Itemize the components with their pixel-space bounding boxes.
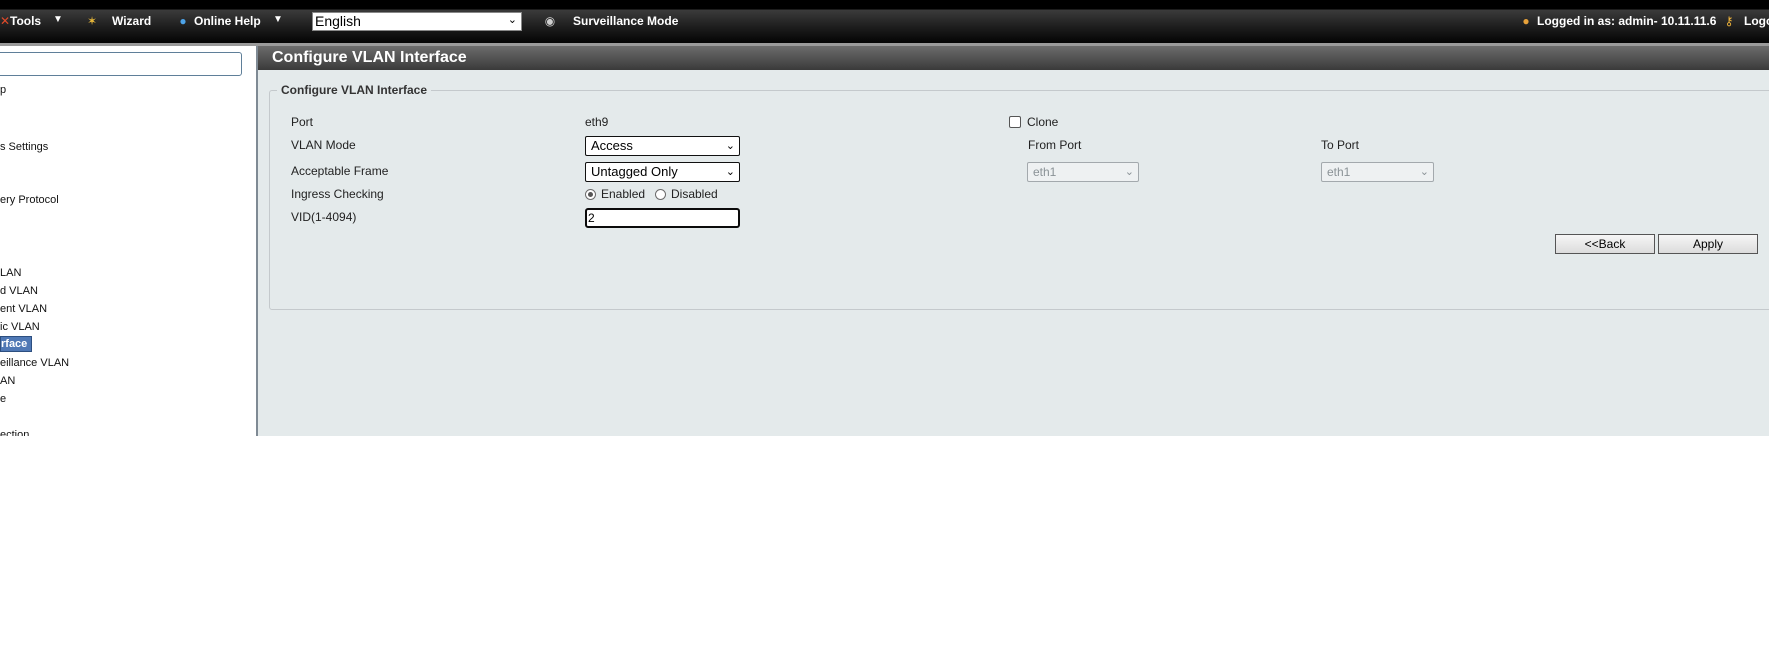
acceptable-frame-label: Acceptable Frame xyxy=(291,164,389,178)
language-select[interactable]: English ⌄ xyxy=(312,12,522,31)
tree-item[interactable]: LAN xyxy=(0,267,21,279)
acceptable-frame-value: Untagged Only xyxy=(591,164,678,179)
help-caret-icon[interactable]: ▼ xyxy=(273,14,283,25)
logged-in-status: ● Logged in as: admin- 10.11.11.6 xyxy=(1519,14,1716,28)
tools-label: Tools xyxy=(10,14,42,28)
fieldset-legend: Configure VLAN Interface xyxy=(277,83,432,97)
tools-menu[interactable]: ✕ Tools xyxy=(0,14,41,28)
chevron-down-icon: ⌄ xyxy=(1419,166,1429,178)
ingress-checking-label: Ingress Checking xyxy=(291,187,384,201)
port-label: Port xyxy=(291,115,314,129)
from-port-select[interactable]: eth1 ⌄ xyxy=(1027,162,1139,182)
chevron-down-icon: ⌄ xyxy=(1124,166,1134,178)
tree-search-input[interactable] xyxy=(0,52,242,76)
vid-label: VID(1-4094) xyxy=(291,210,357,224)
ingress-enabled-label: Enabled xyxy=(601,187,646,201)
vid-input[interactable]: 2 xyxy=(585,208,740,228)
key-icon: ⚷ xyxy=(1724,14,1734,28)
clone-checkbox[interactable] xyxy=(1009,116,1021,128)
tree-item[interactable]: ery Protocol xyxy=(0,194,59,206)
acceptable-frame-select[interactable]: Untagged Only ⌄ xyxy=(585,162,740,182)
tree-item[interactable]: ent VLAN xyxy=(0,303,47,315)
logout-label: Logo xyxy=(1744,14,1769,28)
tree-item[interactable]: eillance VLAN xyxy=(0,357,69,369)
vlan-mode-label: VLAN Mode xyxy=(291,138,356,152)
navigation-tree: p s Settings ery Protocol LAN d VLAN ent… xyxy=(0,46,258,436)
tools-caret-icon[interactable]: ▼ xyxy=(53,14,63,25)
tree-item[interactable]: ection xyxy=(0,429,29,436)
wizard-button[interactable]: ✶ Wizard xyxy=(82,14,151,28)
wizard-icon: ✶ xyxy=(86,14,98,28)
vlan-mode-value: Access xyxy=(591,138,633,153)
tree-item[interactable]: s Settings xyxy=(0,141,48,153)
port-value: eth9 xyxy=(585,115,609,129)
tree-item[interactable]: p xyxy=(0,84,6,96)
surveillance-label: Surveillance Mode xyxy=(573,14,679,28)
user-icon: ● xyxy=(1522,14,1530,28)
chevron-down-icon: ⌄ xyxy=(725,140,735,152)
top-toolbar: ✕ Tools ▼ ✶ Wizard ● Online Help ▼ Engli… xyxy=(0,0,1769,43)
ingress-enabled-radio[interactable] xyxy=(585,189,596,200)
apply-button[interactable]: Apply xyxy=(1658,234,1758,254)
from-port-label: From Port xyxy=(1028,138,1082,152)
from-port-value: eth1 xyxy=(1033,165,1057,179)
tree-item[interactable]: d VLAN xyxy=(0,285,38,297)
clone-label: Clone xyxy=(1027,115,1059,129)
wizard-label: Wizard xyxy=(112,14,152,28)
language-selected: English xyxy=(315,13,361,29)
tree-item-selected[interactable]: rface xyxy=(0,336,33,352)
surveillance-camera-icon: ◉ xyxy=(544,14,556,28)
tree-item[interactable]: AN xyxy=(0,375,15,387)
main-panel: Configure VLAN Interface Configure VLAN … xyxy=(258,46,1769,436)
to-port-select[interactable]: eth1 ⌄ xyxy=(1321,162,1434,182)
online-help-menu[interactable]: ● Online Help xyxy=(176,14,261,28)
vlan-mode-select[interactable]: Access ⌄ xyxy=(585,136,740,156)
to-port-value: eth1 xyxy=(1327,165,1351,179)
chevron-down-icon: ⌄ xyxy=(725,166,735,178)
ingress-disabled-radio[interactable] xyxy=(655,189,666,200)
tools-icon: ✕ xyxy=(0,14,11,28)
ingress-disabled-label: Disabled xyxy=(671,187,718,201)
tree-item[interactable]: e xyxy=(0,393,6,405)
to-port-label: To Port xyxy=(1321,138,1360,152)
page-title: Configure VLAN Interface xyxy=(258,46,1769,70)
surveillance-mode-button[interactable]: ◉ Surveillance Mode xyxy=(543,14,679,28)
back-button[interactable]: <<Back xyxy=(1555,234,1655,254)
help-globe-icon: ● xyxy=(179,14,187,28)
online-help-label: Online Help xyxy=(194,14,261,28)
language-chevron-icon: ⌄ xyxy=(507,14,517,26)
logged-in-text: Logged in as: admin- 10.11.11.6 xyxy=(1537,14,1717,28)
logout-button[interactable]: ⚷ Logo xyxy=(1722,14,1769,28)
tree-item[interactable]: ic VLAN xyxy=(0,321,40,333)
